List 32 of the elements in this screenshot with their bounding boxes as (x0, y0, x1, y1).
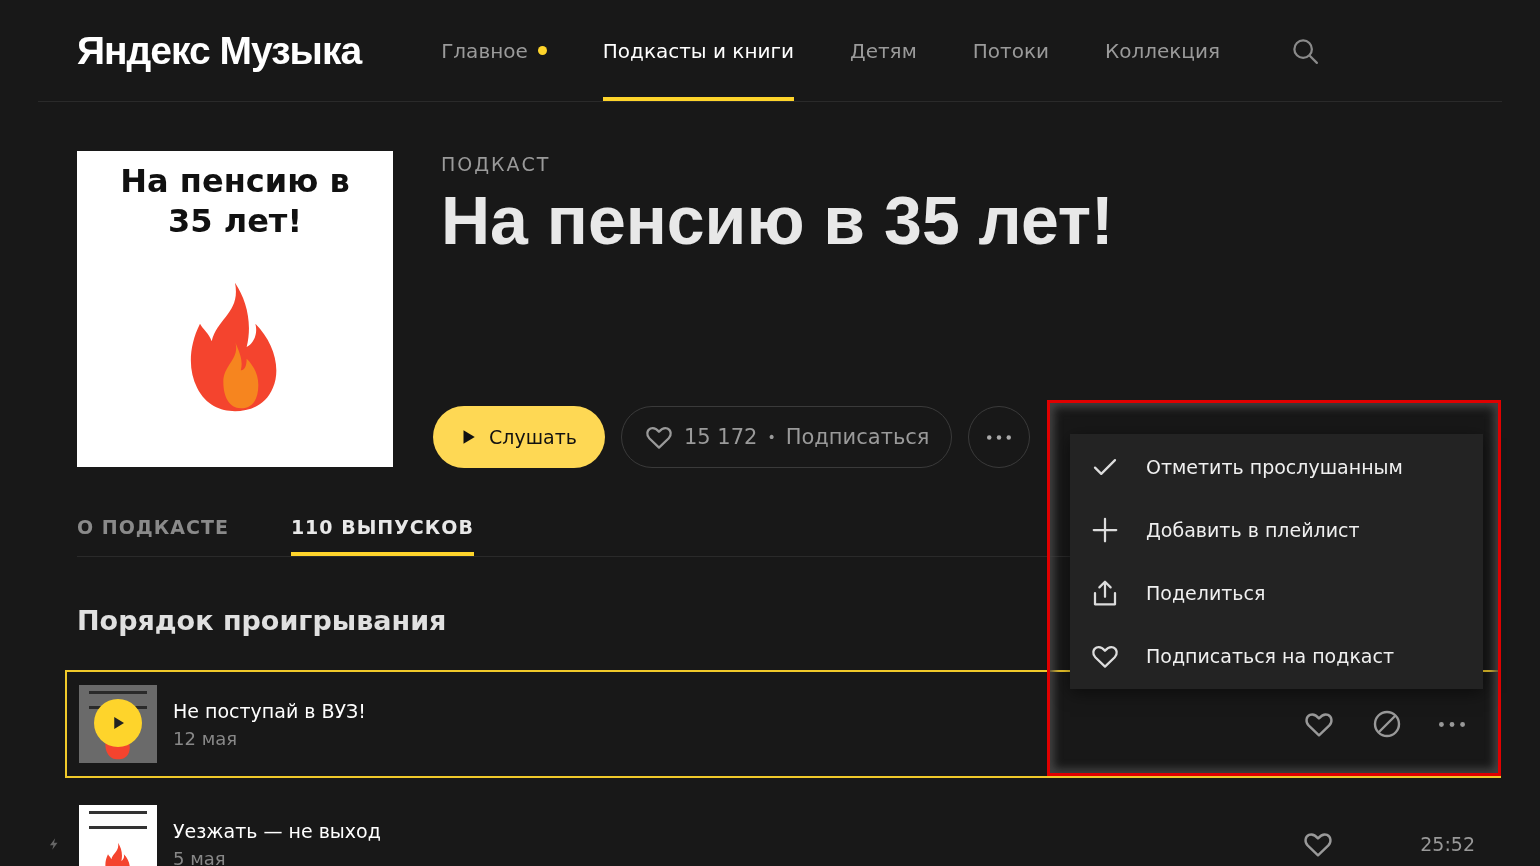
episode-date: 5 мая (173, 847, 227, 866)
section-tab[interactable]: О ПОДКАСТЕ (77, 516, 229, 556)
menu-item-label: Добавить в плейлист (1146, 519, 1360, 541)
episode-duration: 25:52 (1420, 833, 1475, 855)
episode-date: 12 мая (173, 727, 239, 749)
menu-item[interactable]: Отметить прослушанным (1070, 435, 1483, 499)
play-button[interactable] (94, 699, 142, 747)
nav-tab[interactable]: Главное (441, 0, 547, 101)
logo-text[interactable]: Яндекс Музыка (77, 28, 362, 73)
menu-item-label: Подписаться на подкаст (1146, 645, 1394, 667)
nav-tab[interactable]: Потоки (972, 0, 1049, 101)
nav-tab[interactable]: Подкасты и книги (602, 0, 795, 101)
block-icon (1371, 708, 1403, 740)
episode-title: Не поступай в ВУЗ! (173, 699, 367, 722)
type-label: ПОДКАСТ (441, 153, 552, 175)
section-tab[interactable]: 110 ВЫПУСКОВ (290, 516, 474, 556)
menu-item-label: Поделиться (1146, 582, 1266, 604)
text-lines-drawing (89, 811, 147, 829)
podcast-title: На пенсию в 35 лет! (441, 181, 1114, 259)
menu-item-label: Отметить прослушанным (1146, 456, 1403, 478)
more-icon (1439, 721, 1465, 727)
more-icon (987, 434, 1012, 440)
episode-title: Уезжать — не выход (173, 819, 382, 842)
episode-row[interactable]: Уезжать — не выход 5 мая 25:52 (65, 790, 1501, 866)
cover-title: На пенсию в 35 лет! (119, 161, 351, 241)
menu-item[interactable]: Добавить в плейлист (1070, 498, 1483, 562)
plus-icon (1090, 515, 1120, 545)
section-heading: Порядок проигрывания (77, 605, 448, 636)
nav-tab[interactable]: Детям (850, 0, 917, 101)
listen-button[interactable]: Слушать (433, 406, 605, 468)
menu-item[interactable]: Поделиться (1070, 561, 1483, 625)
nav-tab[interactable]: Коллекция (1105, 0, 1220, 101)
